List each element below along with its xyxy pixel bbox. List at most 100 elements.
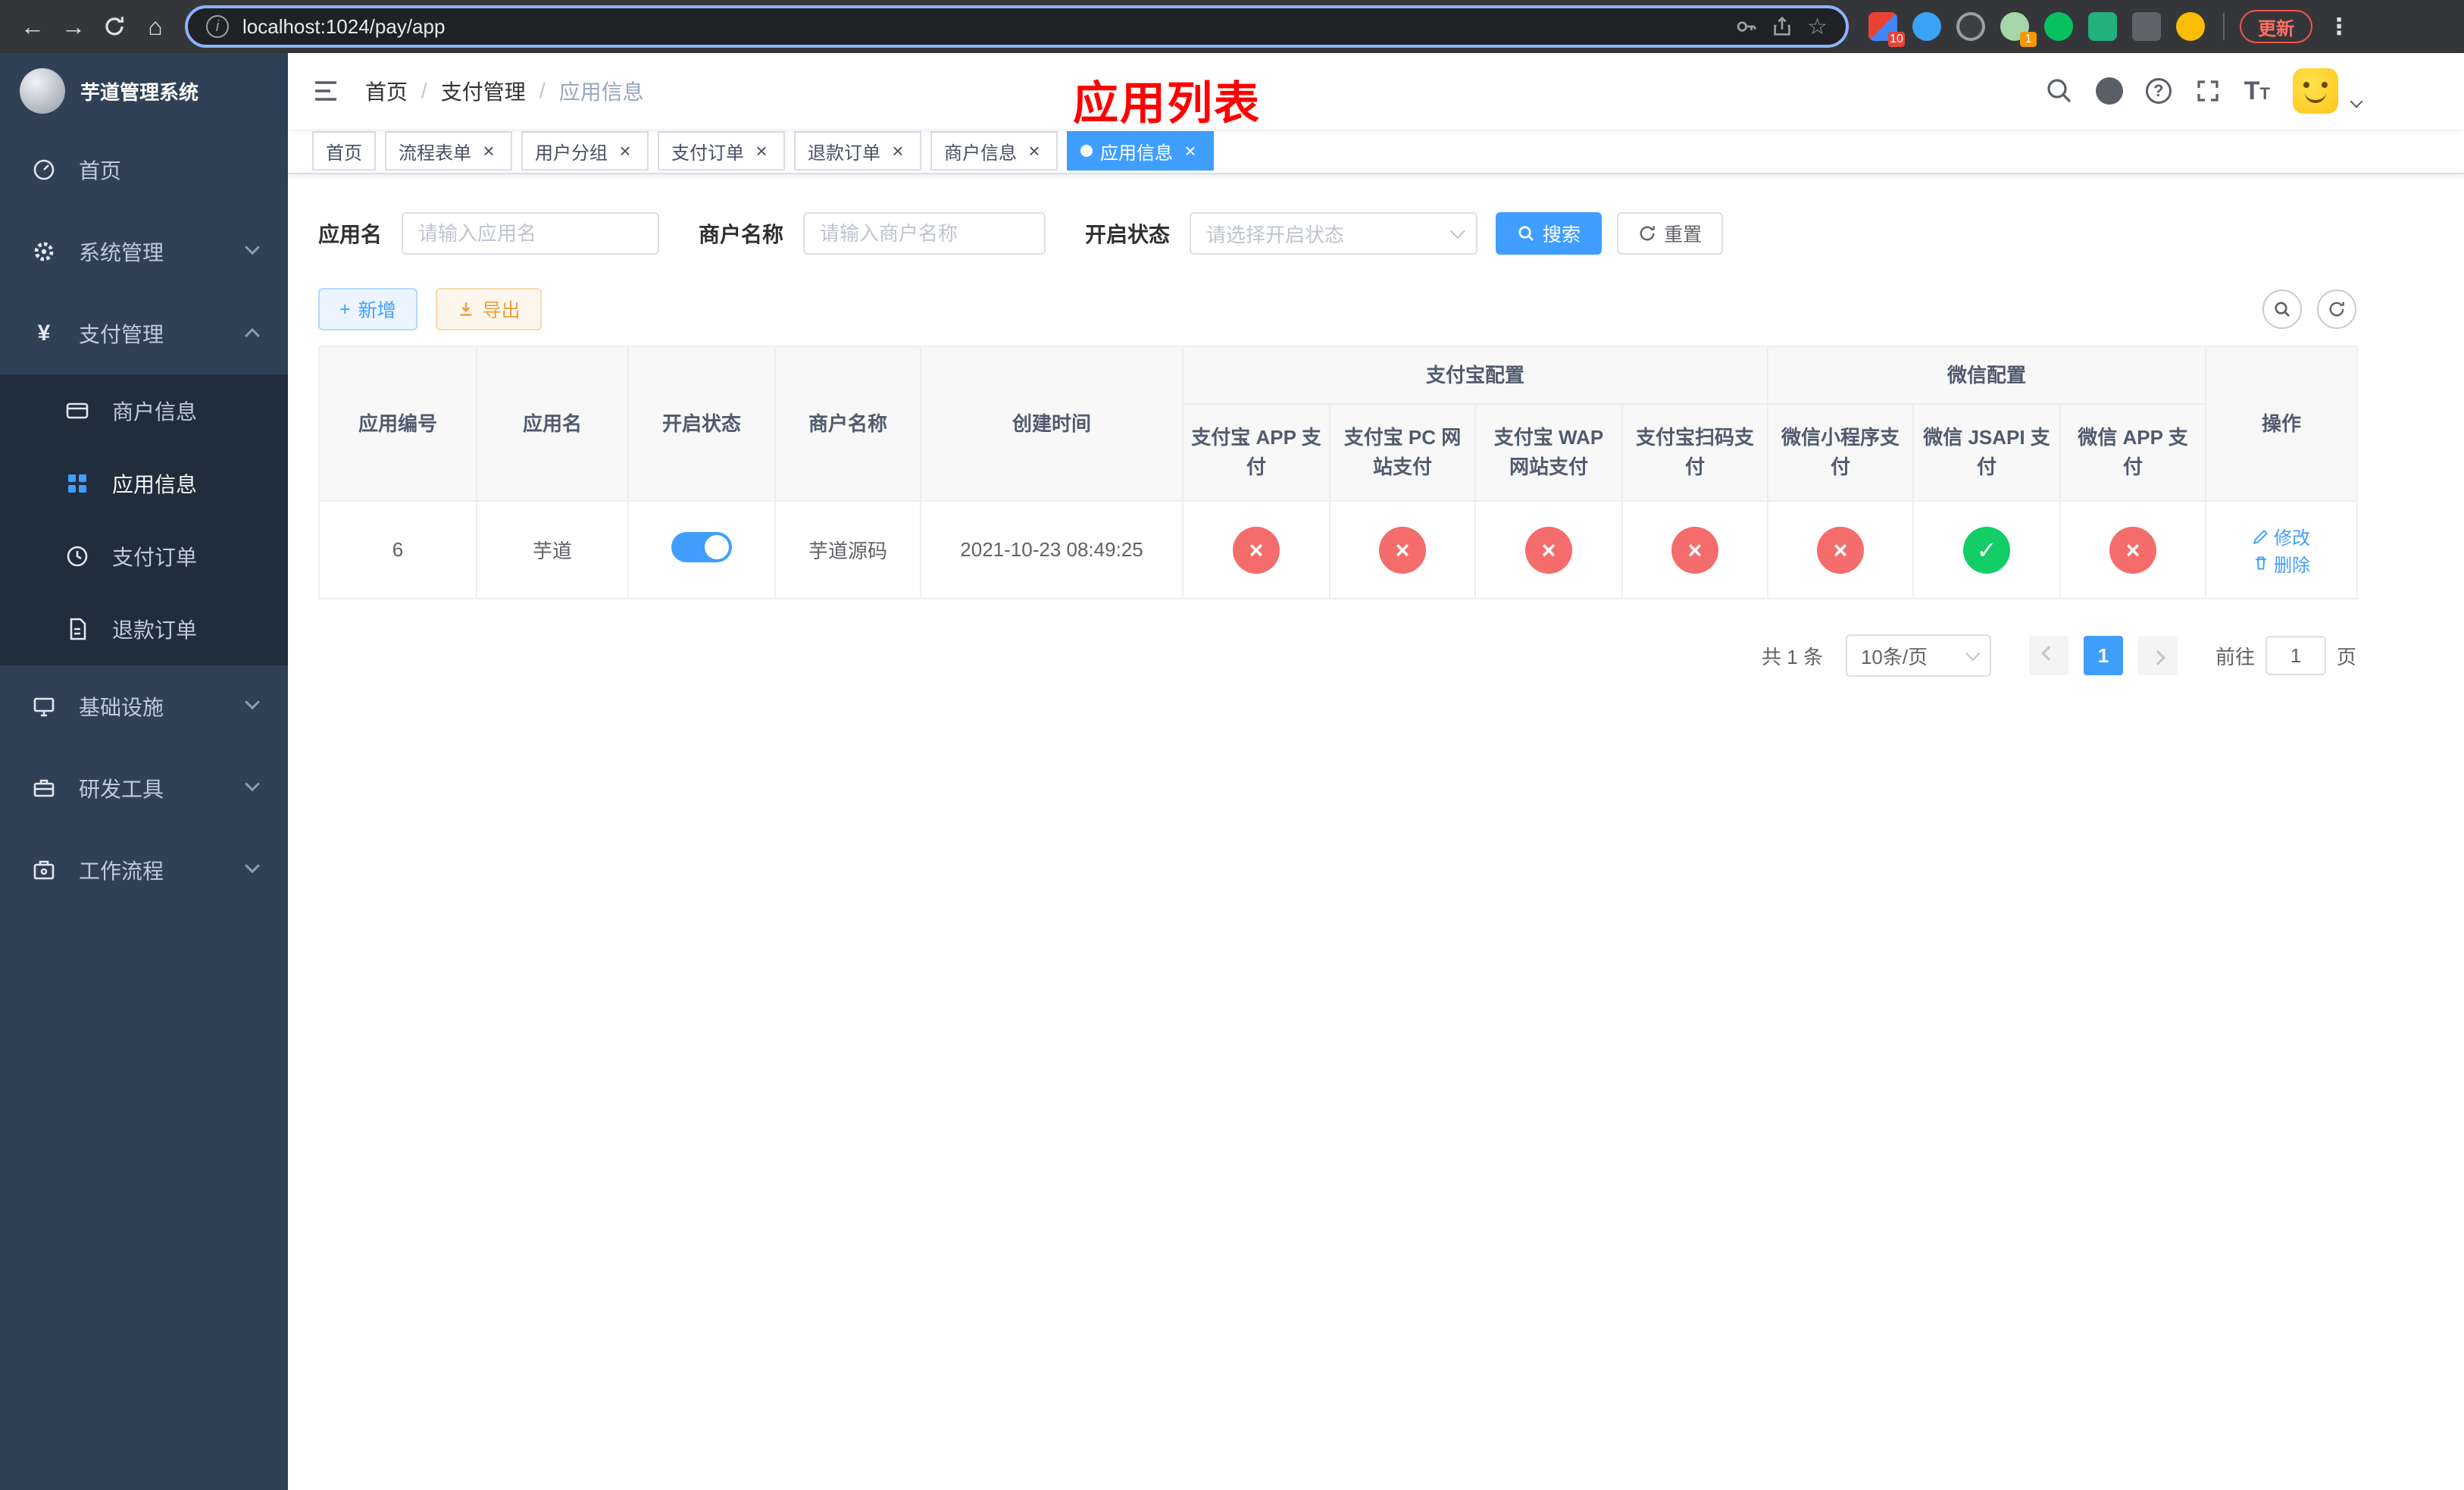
search-icon[interactable]	[2046, 77, 2073, 105]
sidebar-item-dev-tools[interactable]: 研发工具	[0, 747, 288, 829]
breadcrumb-home[interactable]: 首页	[365, 76, 408, 106]
tab-home[interactable]: 首页	[312, 131, 376, 171]
font-size-icon[interactable]: TT	[2244, 78, 2270, 104]
extension-blue-icon[interactable]	[1912, 12, 1941, 41]
browser-toolbar: ← → ⌂ i localhost:1024/pay/app ☆ 10 1 更新…	[0, 0, 2464, 53]
tab-app-info[interactable]: 应用信息 ×	[1067, 131, 1214, 171]
font-size-large: T	[2244, 77, 2260, 105]
export-button[interactable]: 导出	[435, 288, 542, 330]
breadcrumb-payment[interactable]: 支付管理	[441, 76, 526, 106]
share-icon[interactable]	[1771, 15, 1793, 38]
breadcrumb: 首页 / 支付管理 / 应用信息	[365, 76, 644, 106]
tab-payment-orders[interactable]: 支付订单 ×	[658, 131, 785, 171]
extension-dark-icon[interactable]	[1956, 12, 1985, 41]
chevron-down-icon	[245, 858, 260, 874]
extension-badge: 10	[1888, 32, 1905, 47]
extension-yellow-face-icon[interactable]	[2176, 12, 2205, 41]
app-name-input[interactable]	[402, 212, 660, 255]
wechat-jsapi-enabled-icon: ✓	[1963, 526, 2011, 574]
tab-label: 支付订单	[671, 142, 744, 164]
extension-light-green-icon[interactable]: 1	[2000, 12, 2037, 47]
reset-button[interactable]: 重置	[1617, 212, 1724, 255]
back-icon[interactable]: ←	[12, 6, 53, 47]
tab-merchant-info[interactable]: 商户信息 ×	[930, 131, 1058, 171]
col-group-wechat: 微信配置	[1767, 346, 2207, 405]
alipay-wap-disabled-icon: ×	[1525, 526, 1572, 574]
cell-merchant: 芋道源码	[774, 500, 921, 599]
sidebar-item-workflow[interactable]: 工作流程	[0, 829, 288, 911]
extension-multicolor-icon[interactable]: 10	[1868, 12, 1905, 47]
avatar[interactable]	[2293, 68, 2338, 114]
close-icon[interactable]: ×	[1024, 141, 1044, 161]
sidebar-item-home[interactable]: 首页	[0, 129, 288, 211]
col-header-alipay-wap: 支付宝 WAP 网站支付	[1474, 403, 1623, 502]
browser-update-button[interactable]: 更新	[2240, 10, 2312, 43]
screen: ← → ⌂ i localhost:1024/pay/app ☆ 10 1 更新…	[0, 0, 2464, 1490]
wechat-mini-disabled-icon: ×	[1817, 526, 1865, 574]
page-size-select[interactable]: 10条/页	[1845, 634, 1991, 677]
search-button[interactable]: 搜索	[1496, 212, 1603, 255]
url-text[interactable]: localhost:1024/pay/app	[242, 15, 1721, 39]
sidebar-item-app-info[interactable]: 应用信息	[0, 447, 288, 520]
merchant-name-input[interactable]	[803, 212, 1046, 255]
browser-menu-icon[interactable]: ⋮	[2328, 14, 2350, 40]
status-select[interactable]: 请选择开启状态	[1190, 212, 1478, 255]
next-page-button[interactable]	[2137, 636, 2178, 675]
chevron-left-icon	[2041, 646, 2056, 662]
dashboard-icon	[30, 158, 58, 182]
font-size-small: T	[2259, 84, 2270, 103]
chevron-down-icon[interactable]	[2350, 95, 2363, 108]
home-icon[interactable]: ⌂	[135, 6, 176, 47]
goto-page-input[interactable]	[2265, 636, 2326, 675]
extension-chat-square-icon[interactable]	[2088, 12, 2117, 41]
col-header-app-id: 应用编号	[318, 346, 477, 502]
refresh-table-button[interactable]	[2317, 290, 2356, 329]
edit-button[interactable]: 修改	[2253, 523, 2310, 549]
extension-wechat-green-icon[interactable]	[2044, 12, 2073, 41]
prev-page-button[interactable]	[2028, 636, 2068, 675]
sidebar-item-label: 研发工具	[79, 778, 164, 801]
url-bar[interactable]: i localhost:1024/pay/app ☆	[185, 5, 1849, 48]
sidebar-item-label: 基础设施	[79, 696, 164, 719]
delete-button[interactable]: 删除	[2253, 550, 2310, 577]
sidebar-item-payment-orders[interactable]: 支付订单	[0, 520, 288, 593]
briefcase-icon	[30, 858, 58, 882]
reload-icon[interactable]	[94, 6, 135, 47]
github-icon[interactable]	[2095, 77, 2123, 105]
close-icon[interactable]: ×	[615, 141, 635, 161]
page-number-1[interactable]: 1	[2083, 636, 2123, 675]
sidebar-item-infrastructure[interactable]: 基础设施	[0, 665, 288, 747]
toggle-search-button[interactable]	[2262, 290, 2302, 329]
extension-puzzle-icon[interactable]	[2132, 12, 2161, 41]
tab-user-group[interactable]: 用户分组 ×	[521, 131, 649, 171]
extension-badge: 1	[2020, 32, 2037, 47]
col-header-wechat-jsapi: 微信 JSAPI 支付	[1912, 403, 2062, 502]
status-switch[interactable]	[671, 532, 732, 562]
close-icon[interactable]: ×	[888, 141, 908, 161]
tab-label: 流程表单	[399, 142, 471, 164]
col-header-alipay-pc: 支付宝 PC 网站支付	[1329, 403, 1476, 502]
tab-process-form[interactable]: 流程表单 ×	[385, 131, 512, 171]
sidebar-item-payment[interactable]: ¥ 支付管理	[0, 293, 288, 374]
app-title: 芋道管理系统	[80, 80, 199, 104]
alipay-pc-disabled-icon: ×	[1379, 526, 1426, 574]
forward-icon[interactable]: →	[53, 6, 94, 47]
sidebar-item-refund-orders[interactable]: 退款订单	[0, 593, 288, 665]
hamburger-icon[interactable]	[311, 76, 341, 106]
site-info-icon[interactable]: i	[206, 15, 229, 38]
bookmark-star-icon[interactable]: ☆	[1807, 14, 1828, 40]
add-button[interactable]: + 新增	[318, 288, 417, 330]
close-icon[interactable]: ×	[752, 141, 771, 161]
chevron-down-icon	[245, 239, 260, 255]
goto-unit: 页	[2336, 645, 2356, 668]
password-key-icon[interactable]	[1734, 15, 1757, 38]
help-icon[interactable]: ?	[2145, 78, 2172, 104]
sidebar-item-merchant-info[interactable]: 商户信息	[0, 374, 288, 447]
fullscreen-icon[interactable]	[2194, 77, 2222, 105]
close-icon[interactable]: ×	[1180, 141, 1200, 161]
sidebar-item-system[interactable]: 系统管理	[0, 211, 288, 293]
tab-refund-orders[interactable]: 退款订单 ×	[794, 131, 921, 171]
close-icon[interactable]: ×	[479, 141, 499, 161]
col-header-wechat-app: 微信 APP 支付	[2059, 403, 2207, 502]
tab-label: 应用信息	[1100, 142, 1173, 164]
